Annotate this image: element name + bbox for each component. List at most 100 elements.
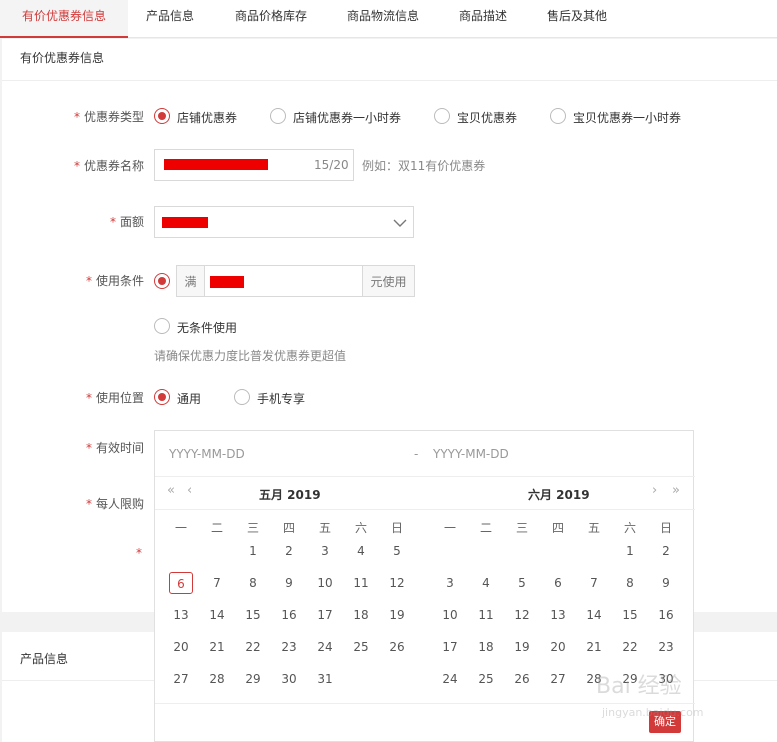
tab-product-info[interactable]: 产品信息 [146,0,194,38]
day-cell[interactable]: 23 [277,636,301,658]
end-date-input[interactable]: YYYY-MM-DD [433,447,509,461]
day-cell[interactable]: 16 [654,604,678,626]
day-cell[interactable]: 22 [618,636,642,658]
next-month-icon[interactable]: › [652,483,657,498]
day-cell[interactable]: 17 [438,636,462,658]
day-cell[interactable]: 26 [385,636,409,658]
day-cell[interactable]: 9 [277,572,301,594]
day-cell[interactable]: 10 [313,572,337,594]
day-cell[interactable]: 23 [654,636,678,658]
day-cell[interactable]: 10 [438,604,462,626]
day-cell[interactable]: 7 [205,572,229,594]
day-cell[interactable]: 24 [438,668,462,690]
day-cell[interactable]: 30 [277,668,301,690]
day-cell[interactable]: 1 [241,540,265,562]
day-cell[interactable]: 15 [618,604,642,626]
weekday-header: 一 [174,521,187,535]
coupon-name-hint: 例如：双11有价优惠券 [362,159,486,173]
day-cell[interactable]: 2 [654,540,678,562]
day-cell[interactable]: 28 [205,668,229,690]
day-cell[interactable]: 11 [349,572,373,594]
day-cell[interactable]: 14 [205,604,229,626]
radio-shop-coupon[interactable] [154,108,170,124]
radio-condition-threshold[interactable] [154,273,170,289]
coupon-name-input[interactable]: 15/20 [154,149,354,181]
condition-tip: 请确保优惠力度比普发优惠券更超值 [154,349,347,363]
day-cell[interactable]: 17 [313,604,337,626]
day-cell[interactable]: 21 [205,636,229,658]
day-cell[interactable]: 20 [169,636,193,658]
tab-price-stock[interactable]: 商品价格库存 [235,0,307,38]
tab-coupon-info[interactable]: 有价优惠券信息 [0,0,128,38]
weekday-header: 四 [282,521,295,535]
day-cell[interactable]: 7 [582,572,606,594]
day-cell[interactable]: 1 [618,540,642,562]
tab-aftersales[interactable]: 售后及其他 [547,0,607,38]
redacted-text [210,276,244,288]
date-separator: - [414,447,419,461]
day-cell[interactable]: 14 [582,604,606,626]
weekday-header: 日 [390,521,403,535]
day-cell[interactable]: 25 [474,668,498,690]
day-cell[interactable]: 4 [474,572,498,594]
day-cell[interactable]: 18 [474,636,498,658]
prev-month-icon[interactable]: ‹ [187,483,192,498]
tab-description[interactable]: 商品描述 [459,0,507,38]
coupon-name-label: * 优惠券名称 [74,159,145,173]
day-cell[interactable]: 19 [385,604,409,626]
day-cell[interactable]: 3 [313,540,337,562]
day-cell[interactable]: 2 [277,540,301,562]
day-cell[interactable]: 8 [241,572,265,594]
day-cell[interactable]: 29 [241,668,265,690]
day-cell[interactable]: 13 [169,604,193,626]
day-cell[interactable]: 27 [169,668,193,690]
day-cell[interactable]: 11 [474,604,498,626]
start-date-input[interactable]: YYYY-MM-DD [169,447,245,461]
day-cell[interactable]: 27 [546,668,570,690]
face-value-label: * 面额 [110,215,145,229]
weekday-header: 三 [246,521,259,535]
day-cell[interactable]: 4 [349,540,373,562]
day-cell[interactable]: 6 [546,572,570,594]
radio-shop-coupon-hourly[interactable] [270,108,286,124]
day-cell[interactable]: 31 [313,668,337,690]
next-year-icon[interactable]: » [672,483,680,498]
weekday-header: 六 [354,521,367,535]
day-cell[interactable]: 21 [582,636,606,658]
day-cell[interactable]: 24 [313,636,337,658]
day-cell[interactable]: 12 [385,572,409,594]
weekday-header: 三 [515,521,528,535]
weekday-header: 二 [210,521,223,535]
prev-year-icon[interactable]: « [167,483,175,498]
day-cell[interactable]: 16 [277,604,301,626]
day-cell[interactable]: 26 [510,668,534,690]
day-cell[interactable]: 15 [241,604,265,626]
day-cell[interactable]: 13 [546,604,570,626]
char-counter: 15/20 [314,158,349,172]
radio-shop-coupon-label: 店铺优惠券 [177,111,238,125]
radio-item-coupon[interactable] [434,108,450,124]
day-cell[interactable]: 25 [349,636,373,658]
day-cell[interactable]: 5 [385,540,409,562]
chevron-down-icon [393,219,407,227]
weekday-header: 五 [587,521,600,535]
right-month-title: 六月 2019 [528,488,590,502]
weekday-header: 日 [659,521,672,535]
radio-location-general[interactable] [154,389,170,405]
face-value-select[interactable] [154,206,414,238]
threshold-input-group[interactable]: 满 元使用 [176,265,415,297]
radio-no-condition[interactable] [154,318,170,334]
day-cell[interactable]: 20 [546,636,570,658]
radio-location-mobile[interactable] [234,389,250,405]
day-cell[interactable]: 18 [349,604,373,626]
today-day-cell[interactable]: 6 [169,572,193,594]
day-cell[interactable]: 9 [654,572,678,594]
radio-item-coupon-hourly[interactable] [550,108,566,124]
day-cell[interactable]: 22 [241,636,265,658]
day-cell[interactable]: 3 [438,572,462,594]
tab-logistics[interactable]: 商品物流信息 [347,0,419,38]
day-cell[interactable]: 19 [510,636,534,658]
day-cell[interactable]: 8 [618,572,642,594]
day-cell[interactable]: 5 [510,572,534,594]
day-cell[interactable]: 12 [510,604,534,626]
